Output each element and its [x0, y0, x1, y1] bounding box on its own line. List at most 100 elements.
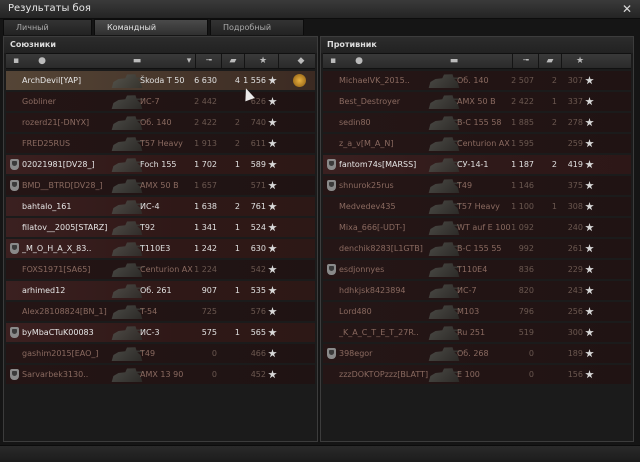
player-row[interactable]: denchik8283[L1GTB] B-C 155 55 992 261: [323, 239, 631, 258]
player-row[interactable]: FRED25RUS T57 Heavy 1 913 2 611: [6, 134, 315, 153]
xp-star-icon[interactable]: ★: [256, 55, 270, 67]
xp-star-icon: [268, 118, 277, 127]
damage-value: 0: [211, 370, 217, 379]
tank-icon[interactable]: ▬: [443, 55, 465, 67]
xp-star-icon[interactable]: ★: [573, 55, 587, 67]
xp-star-icon: [268, 76, 277, 85]
close-icon[interactable]: ✕: [620, 2, 634, 16]
player-name: arhimed12: [22, 286, 66, 295]
frags-value: 2: [234, 118, 240, 127]
player-name: shnurok25rus: [339, 181, 394, 190]
player-icon[interactable]: ●: [34, 55, 50, 67]
platoon-badge-icon: [327, 264, 336, 275]
player-name: Gobliner: [22, 97, 56, 106]
player-row[interactable]: MichaelVK_2015.. Об. 140 2 507 2 307: [323, 71, 631, 90]
tank-icon[interactable]: ▬: [126, 55, 148, 67]
player-name: hdhkjsk8423894: [339, 286, 406, 295]
damage-icon[interactable]: ╼: [202, 55, 216, 67]
tank-name: M103: [457, 307, 480, 316]
player-row[interactable]: Mixa_666[-UDT-] WT auf E 100 1 092 240: [323, 218, 631, 237]
player-row[interactable]: byMbaCTuK00083 ИС-3 575 1 565: [6, 323, 315, 342]
player-row[interactable]: FOXS1971[SA65] Centurion AX 1 224 542: [6, 260, 315, 279]
tank-name: Об. 261: [140, 286, 172, 295]
player-row[interactable]: rozerd21[-DNYX] Об. 140 2 422 2 740: [6, 113, 315, 132]
player-row[interactable]: 398egor Об. 268 0 189: [323, 344, 631, 363]
player-row[interactable]: zzzDOKTOPzzz[BLATT] E 100 0 156: [323, 365, 631, 384]
player-row[interactable]: bahtalo_161 ИС-4 1 638 2 761: [6, 197, 315, 216]
player-row[interactable]: Gobliner ИС-7 2 442 626: [6, 92, 315, 111]
damage-value: 1 100: [511, 202, 534, 211]
xp-value: 259: [567, 139, 583, 148]
player-icon[interactable]: ●: [351, 55, 367, 67]
tank-image-icon: [111, 137, 144, 151]
squad-icon[interactable]: ▪: [10, 55, 22, 67]
frags-value: 1: [234, 328, 240, 337]
player-row[interactable]: _M_O_H_A_X_83.. T110E3 1 242 1 630: [6, 239, 315, 258]
player-row[interactable]: gashim2015[EAO_] T49 0 466: [6, 344, 315, 363]
player-row[interactable]: Best_Destroyer AMX 50 B 2 422 1 337: [323, 92, 631, 111]
squad-icon[interactable]: ▪: [327, 55, 339, 67]
xp-value: 571: [250, 181, 266, 190]
player-row[interactable]: esdjonnyes T110E4 836 229: [323, 260, 631, 279]
frags-value: [535, 260, 557, 279]
player-row[interactable]: hdhkjsk8423894 ИС-7 820 243: [323, 281, 631, 300]
player-row[interactable]: BMD__BTRD[DV28_] AMX 50 B 1 657 571: [6, 176, 315, 195]
damage-value: 1 702: [194, 160, 217, 169]
player-name: byMbaCTuK00083: [22, 328, 94, 337]
xp-value: 156: [567, 370, 583, 379]
player-row[interactable]: Alex28108824[BN_1] T-54 725 576: [6, 302, 315, 321]
medal-icon[interactable]: [293, 74, 306, 87]
xp-star-icon: [268, 265, 277, 274]
player-name: sedin80: [339, 118, 371, 127]
tank-name: Об. 268: [457, 349, 489, 358]
xp-star-icon: [268, 286, 277, 295]
damage-value: 519: [518, 328, 534, 337]
tank-name: ИС-3: [140, 328, 160, 337]
player-row[interactable]: arhimed12 Об. 261 907 1 535: [6, 281, 315, 300]
damage-value: 2 422: [511, 97, 534, 106]
player-row[interactable]: z_a_v[M_A_N] Centurion AX 1 595 259: [323, 134, 631, 153]
xp-star-icon: [585, 265, 594, 274]
tank-name: Foch 155: [140, 160, 177, 169]
frags-value: [218, 344, 240, 363]
player-row[interactable]: ArchDevil[YAP] Škoda T 50 6 630 4 1 556: [6, 71, 315, 90]
frags-icon[interactable]: ▰: [226, 55, 240, 67]
player-row[interactable]: Medvedev435 T57 Heavy 1 100 1 308: [323, 197, 631, 216]
player-name: denchik8283[L1GTB]: [339, 244, 423, 253]
player-row[interactable]: Sarvarbek3130.. AMX 13 90 0 452: [6, 365, 315, 384]
xp-star-icon: [268, 349, 277, 358]
xp-star-icon: [268, 160, 277, 169]
frags-value: 2: [551, 76, 557, 85]
tab-team-result[interactable]: Командный результат: [94, 19, 208, 47]
player-row[interactable]: shnurok25rus T49 1 146 375: [323, 176, 631, 195]
player-row[interactable]: _K_A_C_T_E_T_27R.. Ru 251 519 300: [323, 323, 631, 342]
damage-value: 1 657: [194, 181, 217, 190]
frags-icon[interactable]: ▰: [543, 55, 557, 67]
xp-star-icon: [585, 328, 594, 337]
tab-personal-result[interactable]: Личный результат: [3, 19, 92, 47]
damage-value: 725: [201, 307, 217, 316]
player-row[interactable]: 02021981[DV28_] Foch 155 1 702 1 589: [6, 155, 315, 174]
xp-value: 189: [567, 349, 583, 358]
xp-value: 240: [567, 223, 583, 232]
player-name: Alex28108824[BN_1]: [22, 307, 107, 316]
medal-icon[interactable]: ◆: [294, 55, 308, 67]
tank-name: T110E4: [457, 265, 488, 274]
xp-star-icon: [268, 328, 277, 337]
tank-name: Об. 140: [457, 76, 489, 85]
tank-image-icon: [428, 95, 461, 109]
damage-icon[interactable]: ╼: [519, 55, 533, 67]
damage-value: 796: [518, 307, 534, 316]
player-row[interactable]: sedin80 B-C 155 58 1 885 2 278: [323, 113, 631, 132]
xp-value: 300: [567, 328, 583, 337]
damage-value: 1 224: [194, 265, 217, 274]
tank-name: ИС-4: [140, 202, 160, 211]
tab-detailed-report[interactable]: Подробный отчёт: [210, 19, 304, 47]
player-row[interactable]: Lord480 M103 796 256: [323, 302, 631, 321]
xp-value: 256: [567, 307, 583, 316]
player-row[interactable]: filatov__2005[STARZ] T92 1 341 1 524: [6, 218, 315, 237]
tank-name: T49: [457, 181, 473, 190]
platoon-badge-icon: [327, 180, 336, 191]
player-row[interactable]: fantom74s[MARSS] СУ-14-1 1 187 2 419: [323, 155, 631, 174]
damage-value: 1 187: [511, 160, 534, 169]
